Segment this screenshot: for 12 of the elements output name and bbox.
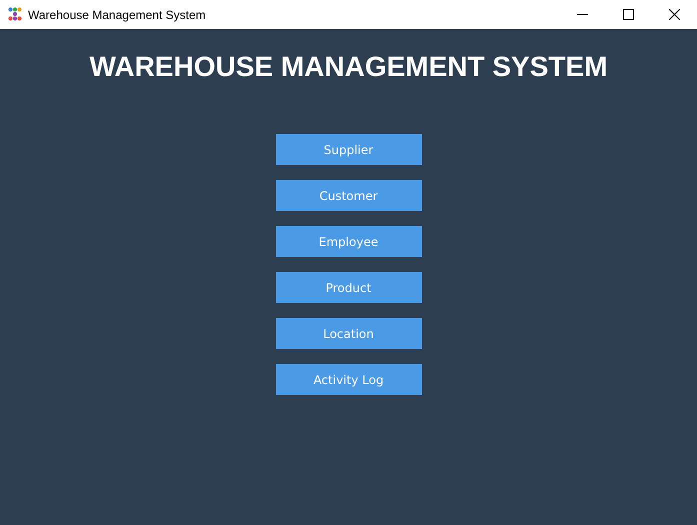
minimize-icon [576, 14, 588, 16]
maximize-icon [622, 9, 634, 20]
page-heading: WAREHOUSE MANAGEMENT SYSTEM [88, 51, 609, 83]
menu-button[interactable]: Product [276, 272, 422, 303]
menu-button[interactable]: Activity Log [276, 364, 422, 395]
menu-button[interactable]: Customer [276, 180, 422, 211]
window-title: Warehouse Management System [28, 8, 207, 22]
close-icon [668, 9, 680, 20]
menu-button[interactable]: Location [276, 318, 422, 349]
menu-button[interactable]: Employee [276, 226, 422, 257]
app-icon [8, 7, 22, 22]
menu-button[interactable]: Supplier [276, 134, 422, 165]
